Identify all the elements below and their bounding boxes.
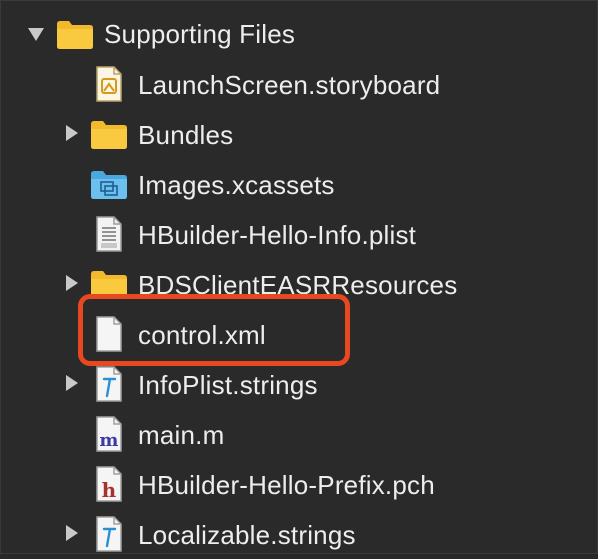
svg-text:h: h	[102, 478, 117, 502]
asset-catalog-icon	[89, 164, 129, 204]
file-row-main-m[interactable]: m main.m	[1, 409, 598, 459]
storyboard-file-icon	[89, 64, 129, 104]
file-label: control.xml	[138, 320, 266, 350]
strings-file-icon	[89, 364, 129, 404]
file-row-info-plist[interactable]: HBuilder-Hello-Info.plist	[1, 209, 598, 259]
disclosure-collapsed-icon[interactable]	[63, 524, 81, 542]
folder-icon	[89, 264, 129, 304]
asset-row-images[interactable]: Images.xcassets	[1, 159, 598, 209]
svg-text:m: m	[99, 430, 118, 451]
project-navigator: Supporting Files LaunchScreen.storyboard…	[0, 0, 598, 554]
file-row-infoplist-strings[interactable]: InfoPlist.strings	[1, 359, 598, 409]
file-label: HBuilder-Hello-Prefix.pch	[138, 470, 435, 500]
file-row-control-xml[interactable]: control.xml	[1, 309, 598, 359]
blank-file-icon	[89, 314, 129, 354]
disclosure-collapsed-icon[interactable]	[63, 274, 81, 292]
folder-icon	[55, 14, 95, 54]
file-label: main.m	[138, 420, 225, 450]
objc-m-file-icon: m	[89, 414, 129, 454]
file-label: HBuilder-Hello-Info.plist	[138, 220, 417, 250]
plist-file-icon	[89, 214, 129, 254]
strings-file-icon	[89, 514, 129, 554]
header-h-file-icon: h	[89, 464, 129, 504]
folder-row-bundles[interactable]: Bundles	[1, 109, 598, 159]
folder-icon	[89, 114, 129, 154]
folder-row-bdsclient[interactable]: BDSClientEASRResources	[1, 259, 598, 309]
folder-label: Bundles	[138, 120, 234, 150]
disclosure-collapsed-icon[interactable]	[63, 374, 81, 392]
file-row-prefix-pch[interactable]: h HBuilder-Hello-Prefix.pch	[1, 459, 598, 509]
disclosure-expanded-icon[interactable]	[27, 25, 45, 43]
file-label: LaunchScreen.storyboard	[138, 70, 441, 100]
file-row-localizable-strings[interactable]: Localizable.strings	[1, 509, 598, 559]
group-label: Supporting Files	[104, 19, 296, 49]
disclosure-collapsed-icon[interactable]	[63, 124, 81, 142]
file-row-launchscreen[interactable]: LaunchScreen.storyboard	[1, 59, 598, 109]
asset-label: Images.xcassets	[138, 170, 335, 200]
file-label: InfoPlist.strings	[138, 370, 318, 400]
file-label: Localizable.strings	[138, 520, 356, 550]
folder-label: BDSClientEASRResources	[138, 270, 458, 300]
group-row-supporting-files[interactable]: Supporting Files	[1, 9, 598, 59]
